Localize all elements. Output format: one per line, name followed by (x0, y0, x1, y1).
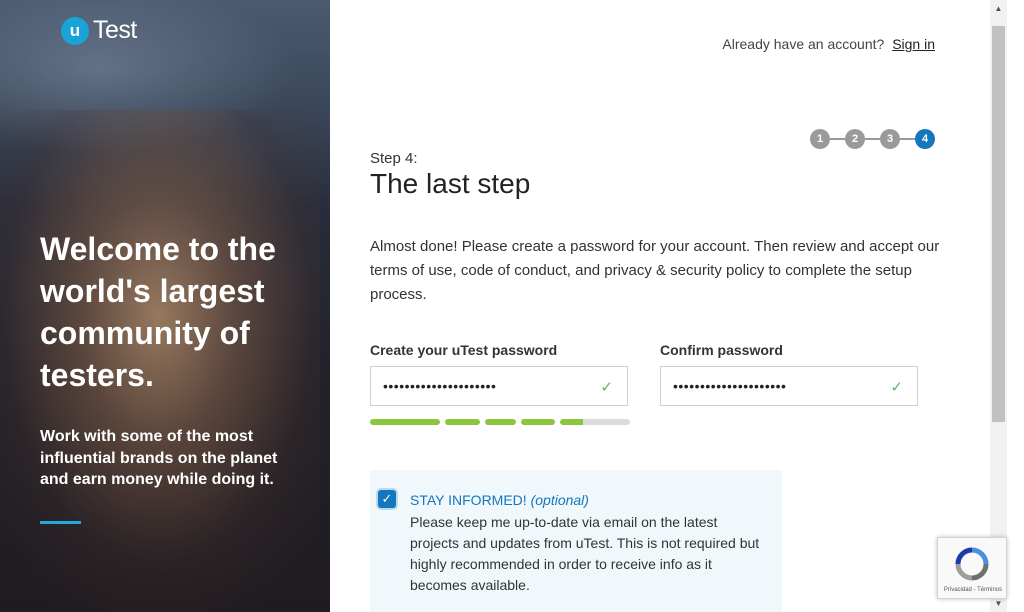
logo-mark: u (61, 16, 89, 45)
stay-informed-title: STAY INFORMED! (optional) (410, 492, 589, 508)
checkmark-icon: ✓ (600, 379, 613, 396)
hero-title: Welcome to the world's largest community… (40, 231, 276, 393)
vertical-scrollbar[interactable]: ▲ ▼ (990, 0, 1007, 612)
password-input[interactable] (381, 377, 585, 395)
password-label: Create your uTest password (370, 342, 558, 358)
recaptcha-icon (955, 547, 989, 581)
password-strength-meter (370, 419, 630, 425)
optional-label: (optional) (530, 492, 589, 508)
stay-informed-checkbox[interactable]: ✓ (378, 490, 396, 508)
step-3: 3 (880, 129, 900, 149)
intro-text: Almost done! Please create a password fo… (370, 238, 940, 303)
signin-prompt: Already have an account? Sign in (722, 36, 935, 52)
utest-logo[interactable]: u Test (61, 16, 137, 45)
signin-link[interactable]: Sign in (892, 36, 935, 52)
step-connector (830, 138, 845, 140)
stay-informed-box: ✓ STAY INFORMED! (optional) Please keep … (370, 470, 782, 612)
page-title: The last step (370, 168, 531, 199)
hero-subtitle: Work with some of the most influential b… (40, 428, 278, 488)
stay-informed-heading: STAY INFORMED! (410, 492, 527, 508)
step-label: Step 4: (370, 150, 418, 167)
checkmark-icon: ✓ (890, 379, 903, 396)
step-1: 1 (810, 129, 830, 149)
step-2: 2 (845, 129, 865, 149)
recaptcha-badge[interactable]: Privacidad - Términos (937, 537, 1007, 599)
hero-accent-bar (40, 521, 81, 524)
strength-segment-2 (445, 419, 480, 425)
confirm-password-field[interactable]: ✓ (660, 366, 918, 406)
confirm-password-label: Confirm password (660, 342, 783, 358)
hero-panel: u Test Welcome to the world's largest co… (0, 0, 330, 612)
password-field[interactable]: ✓ (370, 366, 628, 406)
already-text: Already have an account? (722, 36, 885, 52)
recaptcha-terms[interactable]: Privacidad - Términos (938, 587, 1008, 593)
strength-segment-5 (560, 419, 630, 425)
strength-segment-4 (521, 419, 555, 425)
logo-text: Test (93, 16, 137, 44)
step-indicator: 1 2 3 4 (810, 129, 935, 149)
check-icon: ✓ (381, 491, 393, 506)
step-connector (900, 138, 915, 140)
step-4-active: 4 (915, 129, 935, 149)
scroll-up-arrow-icon[interactable]: ▲ (990, 0, 1007, 17)
stay-informed-body: Please keep me up-to-date via email on t… (410, 514, 760, 593)
strength-segment-1 (370, 419, 440, 425)
step-connector (865, 138, 880, 140)
confirm-password-input[interactable] (671, 377, 875, 395)
strength-segment-3 (485, 419, 516, 425)
scrollbar-thumb[interactable] (992, 26, 1005, 422)
